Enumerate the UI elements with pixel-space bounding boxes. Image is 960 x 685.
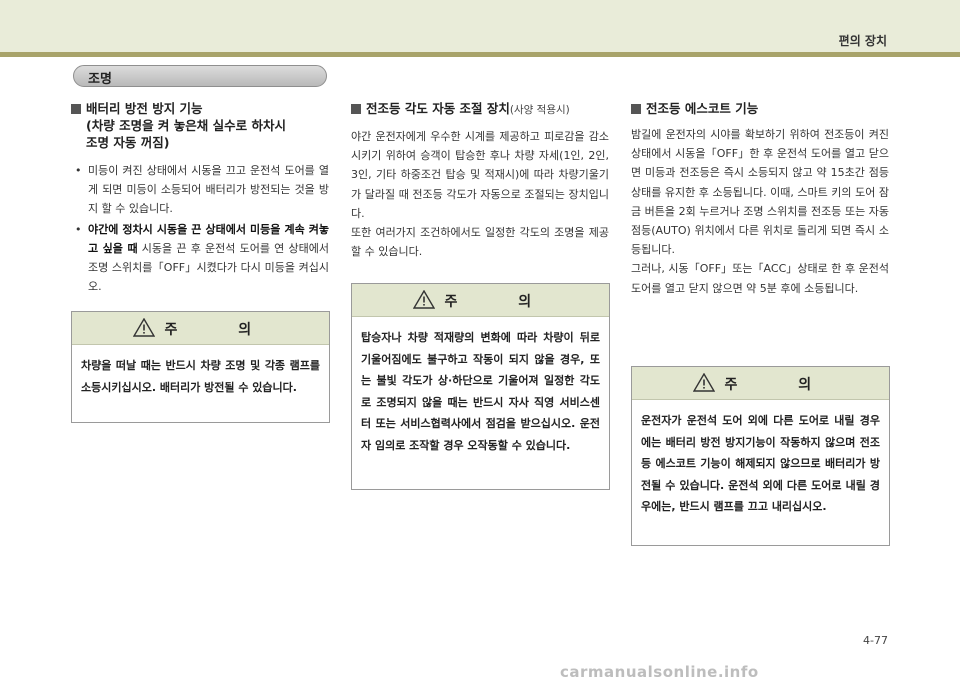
- header-rule: [0, 52, 960, 57]
- page-number: 4-77: [863, 634, 888, 647]
- list-item: 야간에 정차시 시동을 끈 상태에서 미등을 계속 켜놓고 싶을 때 시동을 끈…: [71, 220, 329, 297]
- section-pill: 조명: [73, 65, 327, 87]
- caution-title: 주 의: [724, 377, 840, 393]
- heading-line-1: 배터리 방전 방지 기능: [86, 101, 203, 116]
- header-band: [0, 0, 960, 52]
- heading-headlamp-escort: 전조등 에스코트 기능: [631, 100, 889, 117]
- caution-box-battery: 주 의 차량을 떠날 때는 반드시 차량 조명 및 각종 램프를 소등시키십시오…: [71, 311, 330, 423]
- warning-triangle-icon: [692, 373, 715, 392]
- paragraph: 또한 여러가지 조건하에서도 일정한 각도의 조명을 제공할 수 있습니다.: [351, 226, 609, 259]
- caution-title: 주 의: [444, 294, 560, 310]
- caution-body: 탑승자나 차량 적재량의 변화에 따라 차량이 뒤로 기울어짐에도 불구하고 작…: [361, 331, 600, 452]
- heading-text: 전조등 각도 자동 조절 장치: [366, 101, 510, 116]
- chapter-title: 편의 장치: [838, 34, 887, 48]
- caution-header: 주 의: [632, 367, 889, 400]
- caution-body: 운전자가 운전석 도어 외에 다른 도어로 내릴 경우에는 배터리 방전 방지기…: [641, 414, 880, 513]
- heading-line-3: 조명 자동 꺼짐): [86, 135, 170, 150]
- heading-line-2: (차량 조명을 켜 놓은채 실수로 하차시: [86, 118, 286, 133]
- column-battery-saver: 배터리 방전 방지 기능 (차량 조명을 켜 놓은채 실수로 하차시 조명 자동…: [71, 100, 329, 297]
- square-bullet-icon: [351, 104, 361, 114]
- caution-header: 주 의: [352, 284, 609, 317]
- column-headlamp-leveling: 전조등 각도 자동 조절 장치(사양 적용시) 야간 운전자에게 우수한 시계를…: [351, 100, 609, 261]
- heading-battery-saver: 배터리 방전 방지 기능 (차량 조명을 켜 놓은채 실수로 하차시 조명 자동…: [71, 100, 329, 151]
- square-bullet-icon: [631, 104, 641, 114]
- list-item: 미등이 켜진 상태에서 시동을 끄고 운전석 도어를 열게 되면 미등이 소등되…: [71, 161, 329, 219]
- section-pill-label: 조명: [88, 72, 112, 87]
- warning-triangle-icon: [412, 290, 435, 309]
- square-bullet-icon: [71, 104, 81, 114]
- column-headlamp-escort: 전조등 에스코트 기능 밤길에 운전자의 시야를 확보하기 위하여 전조등이 켜…: [631, 100, 889, 298]
- paragraph: 그러나, 시동「OFF」또는「ACC」상태로 한 후 운전석 도어를 열고 닫지…: [631, 262, 889, 295]
- caution-title: 주 의: [164, 322, 280, 338]
- bullet-list: 미등이 켜진 상태에서 시동을 끄고 운전석 도어를 열게 되면 미등이 소등되…: [71, 161, 329, 296]
- caution-box-leveling: 주 의 탑승자나 차량 적재량의 변화에 따라 차량이 뒤로 기울어짐에도 불구…: [351, 283, 610, 490]
- caution-box-escort: 주 의 운전자가 운전석 도어 외에 다른 도어로 내릴 경우에는 배터리 방전…: [631, 366, 890, 546]
- caution-body: 차량을 떠날 때는 반드시 차량 조명 및 각종 램프를 소등시키십시오. 배터…: [81, 359, 320, 394]
- watermark: carmanualsonline.info: [560, 663, 759, 681]
- warning-triangle-icon: [132, 318, 155, 337]
- heading-text: 전조등 에스코트 기능: [646, 101, 759, 116]
- caution-header: 주 의: [72, 312, 329, 345]
- paragraph: 밤길에 운전자의 시야를 확보하기 위하여 전조등이 켜진 상태에서 시동을「O…: [631, 128, 889, 257]
- heading-headlamp-leveling: 전조등 각도 자동 조절 장치(사양 적용시): [351, 100, 609, 119]
- heading-subtext: (사양 적용시): [509, 104, 570, 116]
- paragraph: 야간 운전자에게 우수한 시계를 제공하고 피로감을 감소시키기 위하여 승객이…: [351, 130, 609, 220]
